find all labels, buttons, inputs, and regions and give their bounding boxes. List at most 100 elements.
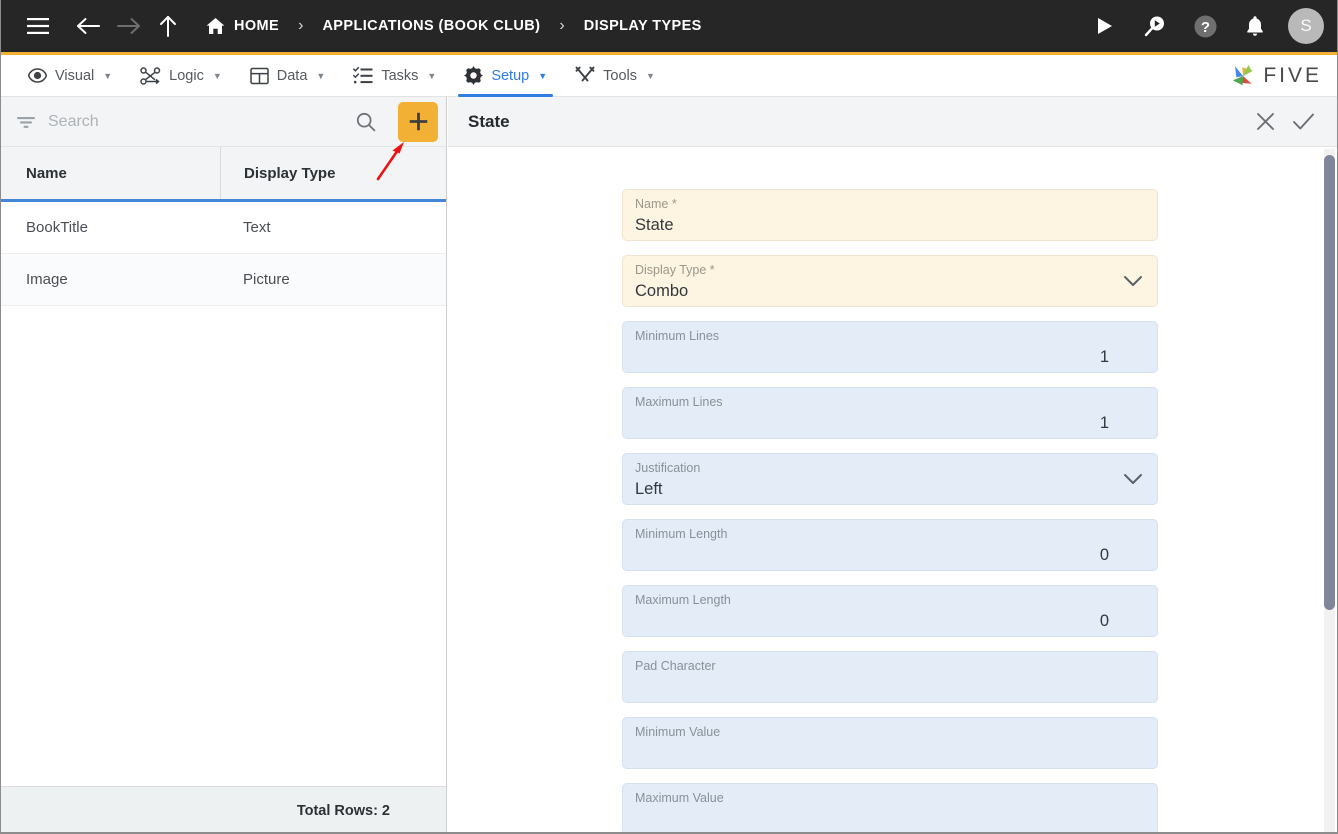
- list-panel: Name Display Type BookTitle Text Image P…: [0, 97, 447, 834]
- form-fields: Name * State Display Type * Combo Minimu…: [622, 189, 1158, 834]
- breadcrumb-separator: ›: [298, 17, 304, 34]
- menu-item-label: Tools: [603, 67, 637, 84]
- field-value: Combo: [635, 282, 689, 300]
- field-label: Pad Character: [635, 659, 716, 673]
- table-row[interactable]: Image Picture: [0, 254, 446, 306]
- up-arrow-icon[interactable]: [148, 6, 188, 46]
- breadcrumb-item-home[interactable]: HOME: [206, 17, 279, 35]
- node-graph-icon: [140, 66, 161, 85]
- table-row[interactable]: BookTitle Text: [0, 202, 446, 254]
- chevron-down-icon[interactable]: [1123, 473, 1143, 485]
- topbar-actions: ? S: [1084, 0, 1324, 52]
- field-display-type[interactable]: Display Type * Combo: [622, 255, 1158, 307]
- home-icon: [206, 17, 225, 35]
- field-justification[interactable]: Justification Left: [622, 453, 1158, 505]
- chevron-down-icon: ▼: [646, 70, 655, 81]
- menu-item-label: Logic: [169, 67, 204, 84]
- page-title: State: [468, 111, 510, 131]
- logo-text: FIVE: [1263, 63, 1322, 87]
- wrench-screwdriver-icon: [575, 66, 595, 85]
- menu-item-tools[interactable]: Tools ▼: [561, 55, 669, 97]
- field-value: State: [635, 216, 674, 234]
- menu-item-label: Setup: [491, 67, 530, 84]
- field-maximum-lines[interactable]: Maximum Lines 1: [622, 387, 1158, 439]
- field-maximum-length[interactable]: Maximum Length 0: [622, 585, 1158, 637]
- chevron-down-icon[interactable]: [1123, 275, 1143, 287]
- filter-funnel-icon[interactable]: [16, 114, 36, 130]
- field-label: Minimum Value: [635, 725, 721, 739]
- magnifier-icon[interactable]: [348, 112, 384, 132]
- eye-icon: [28, 68, 47, 83]
- bell-icon[interactable]: [1234, 5, 1276, 47]
- breadcrumb-label: DISPLAY TYPES: [583, 18, 702, 34]
- chevron-down-icon: ▼: [316, 70, 326, 81]
- vertical-scrollbar-thumb[interactable]: [1324, 155, 1335, 610]
- field-minimum-length[interactable]: Minimum Length 0: [622, 519, 1158, 571]
- breadcrumb-item-display-types[interactable]: DISPLAY TYPES: [584, 18, 702, 34]
- chevron-down-icon: ▼: [212, 70, 222, 81]
- field-value: 0: [1099, 546, 1109, 564]
- cell-display-type: Picture: [243, 271, 290, 288]
- field-label: Maximum Lines: [635, 395, 723, 409]
- breadcrumb-item-applications[interactable]: APPLICATIONS (BOOK CLUB): [322, 18, 540, 34]
- menu-item-tasks[interactable]: Tasks ▼: [339, 55, 450, 97]
- menu-item-label: Tasks: [381, 67, 419, 84]
- field-maximum-value[interactable]: Maximum Value: [622, 783, 1158, 834]
- help-circle-icon[interactable]: ?: [1184, 5, 1226, 47]
- chevron-down-icon: ▼: [427, 70, 437, 81]
- field-label: Name *: [635, 197, 677, 211]
- back-arrow-icon[interactable]: [68, 6, 108, 46]
- menu-item-visual[interactable]: Visual ▼: [14, 55, 126, 97]
- field-value: 0: [1099, 612, 1109, 630]
- search-toolbar: [0, 97, 446, 147]
- checkmark-icon[interactable]: [1284, 103, 1322, 141]
- cell-name: BookTitle: [26, 219, 88, 236]
- add-record-button[interactable]: [398, 101, 438, 142]
- breadcrumb-label: HOME: [234, 18, 280, 34]
- checklist-icon: [353, 66, 373, 85]
- menu-item-label: Data: [276, 67, 308, 84]
- field-minimum-lines[interactable]: Minimum Lines 1: [622, 321, 1158, 373]
- field-pad-character[interactable]: Pad Character: [622, 651, 1158, 703]
- forward-arrow-icon[interactable]: [108, 6, 148, 46]
- table-empty-area: [0, 306, 446, 786]
- field-value: 1: [1099, 414, 1109, 432]
- chevron-down-icon: ▼: [538, 70, 548, 81]
- play-icon[interactable]: [1084, 5, 1126, 47]
- field-label: Display Type *: [635, 263, 715, 277]
- menu-item-logic[interactable]: Logic ▼: [126, 55, 236, 97]
- field-minimum-value[interactable]: Minimum Value: [622, 717, 1158, 769]
- field-name[interactable]: Name * State: [622, 189, 1158, 241]
- gear-icon: [464, 66, 484, 85]
- field-label: Minimum Lines: [635, 329, 720, 343]
- menu-item-label: Visual: [55, 67, 95, 84]
- column-header-name[interactable]: Name: [0, 147, 220, 199]
- module-menu-bar: Visual ▼ Logic ▼ Data ▼ Tasks ▼ Setup ▼ …: [0, 55, 1338, 97]
- five-logo: FIVE: [1230, 63, 1322, 89]
- detail-panel: State Name * State Display Type * Combo: [448, 97, 1338, 834]
- table-header-row: Name Display Type: [0, 147, 446, 202]
- breadcrumb-label: APPLICATIONS (BOOK CLUB): [322, 18, 541, 34]
- topbar-nav-controls: HOME › APPLICATIONS (BOOK CLUB) › DISPLA…: [0, 6, 702, 46]
- pinwheel-logo-icon: [1233, 64, 1254, 85]
- table-footer: Total Rows: 2: [0, 786, 446, 834]
- column-header-display-type[interactable]: Display Type: [220, 147, 446, 199]
- top-navigation-bar: HOME › APPLICATIONS (BOOK CLUB) › DISPLA…: [0, 0, 1338, 52]
- window-frame-left: [0, 0, 1, 834]
- total-rows-label: Total Rows: 2: [296, 802, 390, 819]
- menu-item-setup[interactable]: Setup ▼: [450, 55, 561, 97]
- chevron-down-icon: ▼: [103, 70, 113, 81]
- hamburger-menu-icon[interactable]: [18, 6, 58, 46]
- field-label: Maximum Length: [635, 593, 731, 607]
- table-grid-icon: [250, 67, 269, 85]
- close-x-icon[interactable]: [1246, 103, 1284, 141]
- breadcrumb: HOME › APPLICATIONS (BOOK CLUB) › DISPLA…: [206, 17, 702, 35]
- menu-item-data[interactable]: Data ▼: [236, 55, 340, 97]
- video-search-icon[interactable]: [1134, 5, 1176, 47]
- field-label: Minimum Length: [635, 527, 728, 541]
- detail-form-body: Name * State Display Type * Combo Minimu…: [448, 147, 1338, 834]
- breadcrumb-separator: ›: [559, 17, 565, 34]
- field-label: Maximum Value: [635, 791, 724, 805]
- search-input[interactable]: [48, 112, 336, 131]
- avatar[interactable]: S: [1288, 8, 1324, 44]
